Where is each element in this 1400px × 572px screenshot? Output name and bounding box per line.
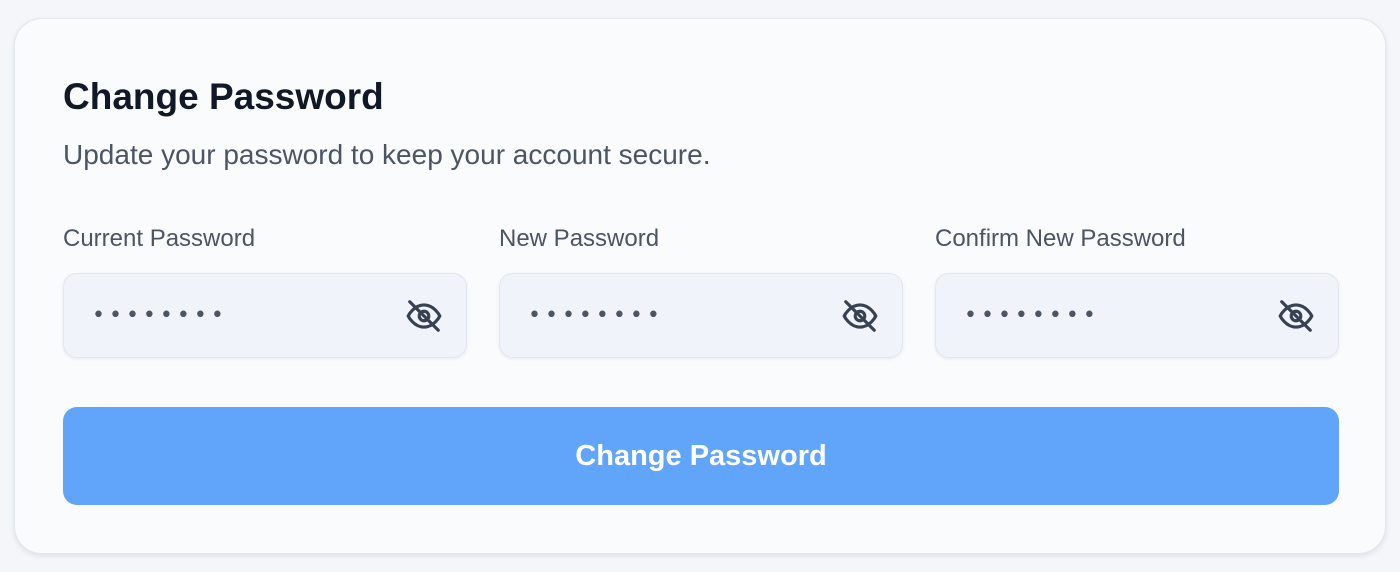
new-password-input[interactable]: •••••••• xyxy=(499,273,903,358)
eye-off-icon xyxy=(1278,300,1314,332)
current-password-value[interactable]: •••••••• xyxy=(92,274,228,357)
current-password-visibility-toggle[interactable] xyxy=(404,296,444,336)
confirm-password-visibility-toggle[interactable] xyxy=(1276,296,1316,336)
page-subtitle: Update your password to keep your accoun… xyxy=(63,139,711,170)
new-password-label: New Password xyxy=(499,225,660,252)
page-title: Change Password xyxy=(63,76,384,117)
new-password-visibility-toggle[interactable] xyxy=(840,296,880,336)
confirm-password-label: Confirm New Password xyxy=(935,225,1186,252)
new-password-value[interactable]: •••••••• xyxy=(528,274,664,357)
eye-off-icon xyxy=(406,300,442,332)
eye-off-icon xyxy=(842,300,878,332)
current-password-input[interactable]: •••••••• xyxy=(63,273,467,358)
change-password-card: Change Password Update your password to … xyxy=(14,18,1386,554)
current-password-field: Current Password •••••••• xyxy=(63,223,467,358)
current-password-label: Current Password xyxy=(63,225,256,252)
confirm-password-field: Confirm New Password •••••••• xyxy=(935,223,1339,358)
new-password-field: New Password •••••••• xyxy=(499,223,903,358)
change-password-button[interactable]: Change Password xyxy=(63,407,1339,505)
confirm-password-value[interactable]: •••••••• xyxy=(964,274,1100,357)
confirm-password-input[interactable]: •••••••• xyxy=(935,273,1339,358)
